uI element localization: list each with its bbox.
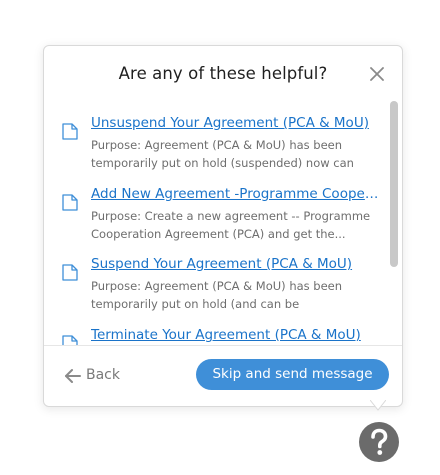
article-description: Purpose: Create a new agreement -- Progr… xyxy=(91,209,371,241)
document-icon xyxy=(62,264,78,281)
dialog-header: Are any of these helpful? xyxy=(44,46,402,101)
article-title-link[interactable]: Unsuspend Your Agreement (PCA & MoU) xyxy=(91,115,381,131)
scrollbar-thumb[interactable] xyxy=(390,101,398,267)
dialog-pointer xyxy=(370,400,386,411)
dialog-title: Are any of these helpful? xyxy=(118,64,328,83)
suggestions-dialog: Are any of these helpful? Unsuspend Your… xyxy=(43,45,403,407)
article-item[interactable]: Suspend Your Agreement (PCA & MoU) Purpo… xyxy=(44,242,389,312)
article-title-link[interactable]: Terminate Your Agreement (PCA & MoU) xyxy=(91,327,381,343)
document-icon xyxy=(62,194,78,211)
skip-and-send-button[interactable]: Skip and send message xyxy=(196,359,389,390)
scrollbar[interactable] xyxy=(390,101,398,347)
article-item[interactable]: Terminate Your Agreement (PCA & MoU) xyxy=(44,313,389,347)
article-item[interactable]: Add New Agreement -Programme Coopera... … xyxy=(44,172,389,242)
article-description: Purpose: Agreement (PCA & MoU) has been … xyxy=(91,279,343,311)
close-icon[interactable] xyxy=(368,65,386,83)
help-widget: Are any of these helpful? Unsuspend Your… xyxy=(0,0,440,475)
dialog-footer: Back Skip and send message xyxy=(44,345,402,406)
back-button-label: Back xyxy=(86,367,120,383)
article-description: Purpose: Agreement (PCA & MoU) has been … xyxy=(91,138,354,170)
arrow-left-icon xyxy=(65,369,81,383)
document-icon xyxy=(62,123,78,140)
article-title-link[interactable]: Suspend Your Agreement (PCA & MoU) xyxy=(91,256,381,272)
article-list[interactable]: Unsuspend Your Agreement (PCA & MoU) Pur… xyxy=(44,101,389,347)
article-title-link[interactable]: Add New Agreement -Programme Coopera... xyxy=(91,186,381,202)
question-mark-icon[interactable] xyxy=(358,421,400,463)
article-item[interactable]: Unsuspend Your Agreement (PCA & MoU) Pur… xyxy=(44,101,389,171)
